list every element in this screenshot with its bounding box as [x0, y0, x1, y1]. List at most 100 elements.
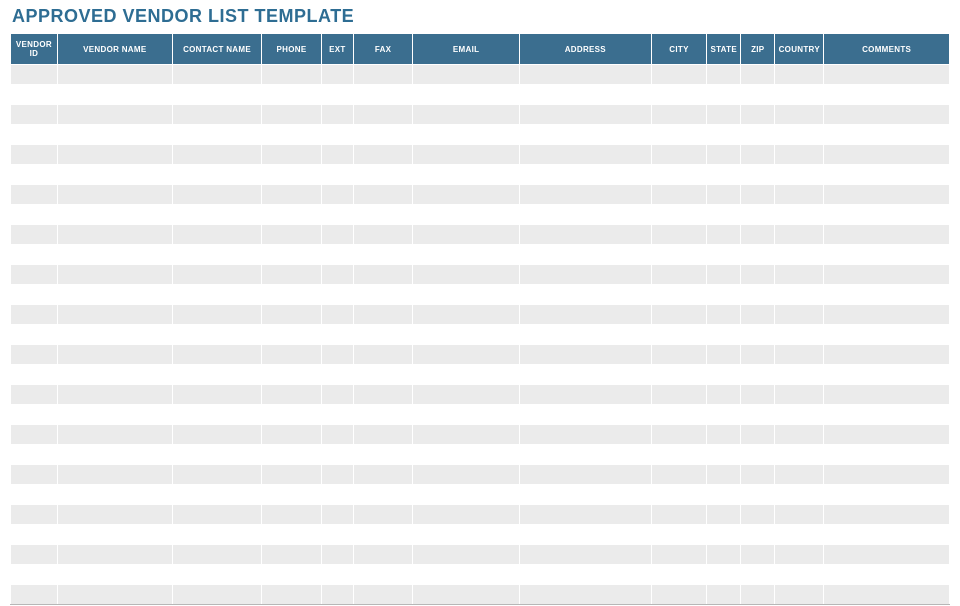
table-cell[interactable] [172, 345, 261, 365]
table-cell[interactable] [519, 145, 651, 165]
table-cell[interactable] [172, 265, 261, 285]
table-cell[interactable] [262, 265, 322, 285]
table-cell[interactable] [321, 485, 353, 505]
table-cell[interactable] [57, 565, 172, 585]
table-cell[interactable] [57, 205, 172, 225]
table-cell[interactable] [172, 65, 261, 85]
table-cell[interactable] [353, 465, 413, 485]
table-cell[interactable] [651, 225, 706, 245]
table-cell[interactable] [262, 485, 322, 505]
table-cell[interactable] [707, 485, 741, 505]
table-cell[interactable] [707, 425, 741, 445]
table-cell[interactable] [519, 585, 651, 605]
table-cell[interactable] [741, 405, 775, 425]
table-cell[interactable] [353, 545, 413, 565]
table-cell[interactable] [824, 545, 950, 565]
table-cell[interactable] [741, 505, 775, 525]
table-cell[interactable] [651, 305, 706, 325]
table-cell[interactable] [775, 165, 824, 185]
table-cell[interactable] [262, 365, 322, 385]
table-cell[interactable] [741, 145, 775, 165]
table-cell[interactable] [519, 365, 651, 385]
table-cell[interactable] [321, 225, 353, 245]
table-cell[interactable] [651, 445, 706, 465]
table-cell[interactable] [519, 225, 651, 245]
table-cell[interactable] [57, 325, 172, 345]
table-cell[interactable] [321, 465, 353, 485]
table-cell[interactable] [741, 445, 775, 465]
table-cell[interactable] [321, 65, 353, 85]
table-cell[interactable] [707, 125, 741, 145]
table-cell[interactable] [172, 185, 261, 205]
table-cell[interactable] [172, 485, 261, 505]
table-cell[interactable] [824, 145, 950, 165]
table-cell[interactable] [824, 85, 950, 105]
table-cell[interactable] [519, 545, 651, 565]
table-cell[interactable] [321, 585, 353, 605]
table-cell[interactable] [262, 445, 322, 465]
table-cell[interactable] [11, 465, 58, 485]
table-cell[interactable] [353, 225, 413, 245]
table-cell[interactable] [824, 465, 950, 485]
table-cell[interactable] [413, 525, 519, 545]
table-cell[interactable] [57, 485, 172, 505]
table-cell[interactable] [824, 425, 950, 445]
table-cell[interactable] [11, 365, 58, 385]
table-cell[interactable] [651, 265, 706, 285]
table-cell[interactable] [824, 185, 950, 205]
table-cell[interactable] [413, 185, 519, 205]
table-cell[interactable] [775, 65, 824, 85]
table-cell[interactable] [353, 505, 413, 525]
table-cell[interactable] [353, 85, 413, 105]
table-cell[interactable] [57, 345, 172, 365]
table-cell[interactable] [11, 305, 58, 325]
table-cell[interactable] [172, 565, 261, 585]
table-cell[interactable] [741, 265, 775, 285]
table-cell[interactable] [775, 185, 824, 205]
table-cell[interactable] [519, 125, 651, 145]
table-cell[interactable] [651, 425, 706, 445]
table-cell[interactable] [353, 565, 413, 585]
table-cell[interactable] [413, 325, 519, 345]
table-cell[interactable] [707, 185, 741, 205]
table-cell[interactable] [775, 305, 824, 325]
table-cell[interactable] [413, 465, 519, 485]
table-cell[interactable] [11, 65, 58, 85]
table-cell[interactable] [11, 585, 58, 605]
table-cell[interactable] [353, 145, 413, 165]
table-cell[interactable] [775, 205, 824, 225]
table-cell[interactable] [824, 105, 950, 125]
table-cell[interactable] [353, 285, 413, 305]
table-cell[interactable] [651, 85, 706, 105]
table-cell[interactable] [353, 585, 413, 605]
table-cell[interactable] [707, 345, 741, 365]
table-cell[interactable] [353, 525, 413, 545]
table-cell[interactable] [57, 185, 172, 205]
table-cell[interactable] [413, 345, 519, 365]
table-cell[interactable] [172, 585, 261, 605]
table-cell[interactable] [775, 425, 824, 445]
table-cell[interactable] [741, 205, 775, 225]
table-cell[interactable] [11, 285, 58, 305]
table-cell[interactable] [741, 225, 775, 245]
table-cell[interactable] [172, 525, 261, 545]
table-cell[interactable] [651, 245, 706, 265]
table-cell[interactable] [707, 505, 741, 525]
table-cell[interactable] [321, 265, 353, 285]
table-cell[interactable] [651, 65, 706, 85]
table-cell[interactable] [321, 125, 353, 145]
table-cell[interactable] [651, 385, 706, 405]
table-cell[interactable] [741, 305, 775, 325]
table-cell[interactable] [413, 85, 519, 105]
table-cell[interactable] [321, 145, 353, 165]
table-cell[interactable] [824, 485, 950, 505]
table-cell[interactable] [519, 205, 651, 225]
table-cell[interactable] [57, 165, 172, 185]
table-cell[interactable] [741, 425, 775, 445]
table-cell[interactable] [707, 325, 741, 345]
table-cell[interactable] [57, 465, 172, 485]
table-cell[interactable] [11, 525, 58, 545]
table-cell[interactable] [519, 245, 651, 265]
table-cell[interactable] [353, 365, 413, 385]
table-cell[interactable] [741, 245, 775, 265]
